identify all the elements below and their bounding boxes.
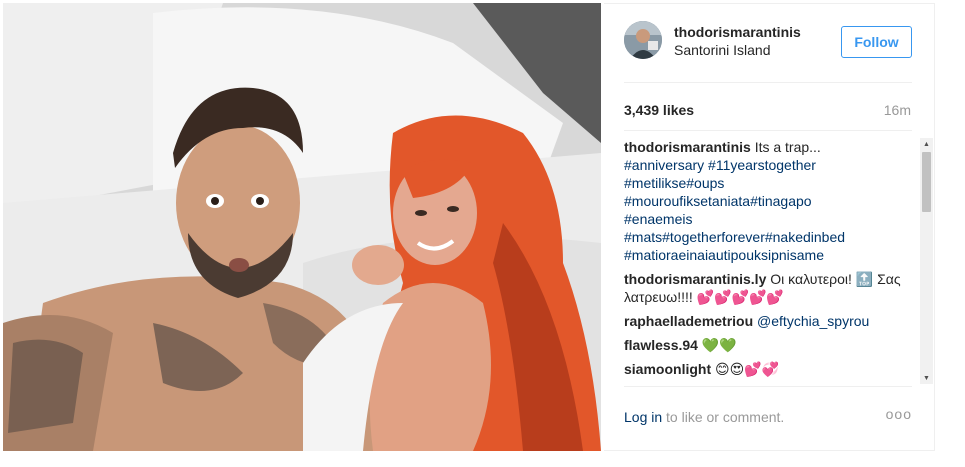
post-timestamp[interactable]: 16m [884, 102, 911, 118]
comment-username[interactable]: siamoonlight [624, 361, 711, 377]
comment-item: thodorismarantinis Its a trap... #annive… [624, 138, 914, 264]
login-prompt: Log in to like or comment. [624, 409, 784, 425]
scroll-down-arrow-icon[interactable]: ▼ [920, 372, 933, 384]
avatar-image [624, 21, 662, 59]
post-header: thodorismarantinis Santorini Island Foll… [604, 4, 935, 82]
post-details-panel: thodorismarantinis Santorini Island Foll… [604, 3, 935, 451]
avatar[interactable] [624, 21, 662, 59]
likes-count[interactable]: 3,439 likes [624, 102, 694, 118]
header-divider [624, 82, 912, 83]
more-options-icon[interactable]: ooo [886, 406, 912, 422]
post-photo[interactable] [3, 3, 601, 451]
comment-text: 💚💚 [701, 337, 737, 353]
comment-item: raphaellademetriou @eftychia_spyrou [624, 312, 914, 330]
comments-divider [624, 386, 912, 387]
comment-mention[interactable]: @eftychia_spyrou [757, 313, 869, 329]
hashtag-line[interactable]: #anniversary #11yearstogether [624, 157, 816, 173]
hashtag-line[interactable]: #matioraeinaiautipouksipnisame [624, 247, 824, 263]
comments-scrollbar[interactable]: ▲ ▼ [920, 138, 933, 384]
comment-username[interactable]: flawless.94 [624, 337, 698, 353]
login-link[interactable]: Log in [624, 409, 662, 425]
comment-item: thodorismarantinis.ly Οι καλυτεροι! 🔝 Σα… [624, 270, 914, 306]
comment-username[interactable]: thodorismarantinis [624, 139, 751, 155]
scroll-thumb[interactable] [922, 152, 931, 212]
hashtag-line[interactable]: #mats#togetherforever#nakedinbed [624, 229, 845, 245]
location-link[interactable]: Santorini Island [674, 42, 771, 58]
stats-divider [624, 130, 912, 131]
comment-text: 😊😍💕💞 [715, 361, 780, 377]
login-prompt-text: to like or comment. [666, 409, 785, 425]
photo-image [3, 3, 601, 451]
comment-username[interactable]: thodorismarantinis.ly [624, 271, 766, 287]
scroll-up-arrow-icon[interactable]: ▲ [920, 138, 933, 150]
hashtag-line[interactable]: #metilikse#oups [624, 175, 724, 191]
hashtag-line[interactable]: #mouroufiksetaniata#tinagapo [624, 193, 812, 209]
comment-username[interactable]: raphaellademetriou [624, 313, 753, 329]
hashtag-line[interactable]: #enaemeis [624, 211, 693, 227]
follow-button[interactable]: Follow [841, 26, 912, 58]
username-link[interactable]: thodorismarantinis [674, 24, 801, 40]
comment-text: Its a trap... [754, 139, 821, 155]
comments-list[interactable]: thodorismarantinis Its a trap... #annive… [624, 138, 914, 384]
comment-item: siamoonlight 😊😍💕💞 [624, 360, 914, 378]
comment-item: flawless.94 💚💚 [624, 336, 914, 354]
